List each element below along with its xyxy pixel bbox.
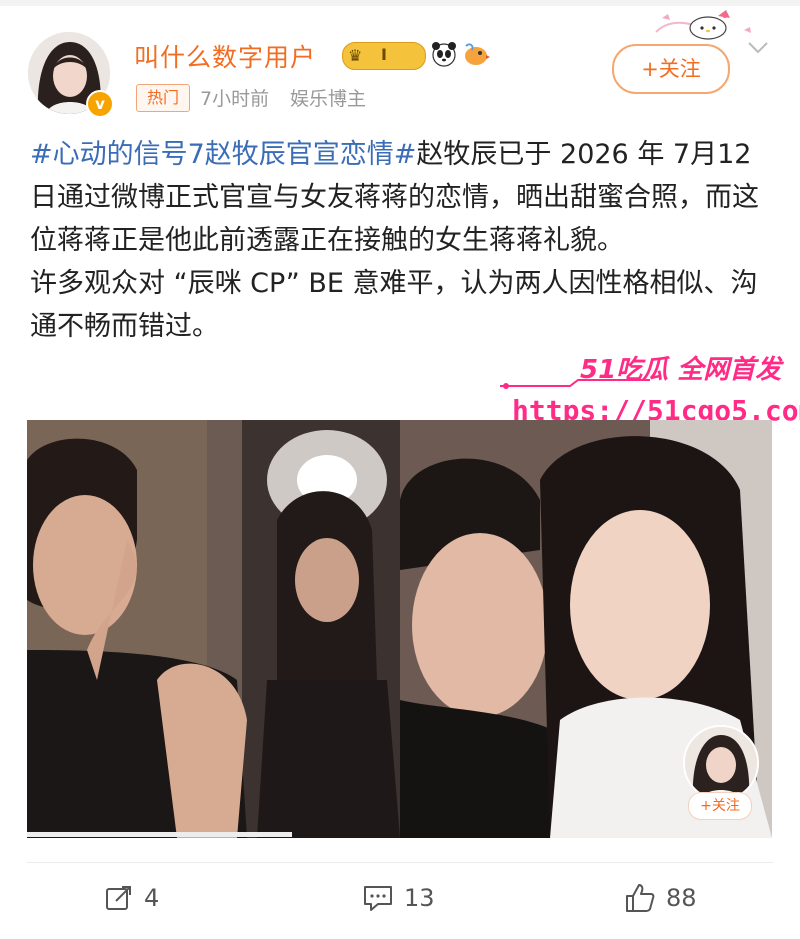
follow-button[interactable]: +关注 [612, 44, 730, 94]
actions-divider [27, 862, 773, 863]
like-count: 88 [666, 884, 697, 912]
thumbs-up-icon [624, 882, 656, 914]
repost-count: 4 [144, 884, 160, 912]
comment-button[interactable]: 13 [362, 880, 435, 916]
username[interactable]: 叫什么数字用户 [134, 38, 316, 74]
user-category: 娱乐博主 [290, 88, 367, 110]
bird-badge-icon[interactable] [462, 40, 490, 68]
hello-kitty-card-decoration [655, 10, 751, 40]
post-text: #心动的信号7赵牧辰官宣恋情#赵牧辰已于 2026 年 7月12日通过微博正式官… [30, 133, 775, 348]
comment-icon [362, 883, 394, 913]
user-level-badge[interactable]: ♛ I [342, 42, 426, 70]
mini-user-avatar[interactable] [683, 725, 759, 801]
watermark-brand: 51吃瓜 全网首发 [500, 355, 784, 389]
svg-text:51吃瓜 全网首发: 51吃瓜 全网首发 [580, 355, 784, 385]
like-button[interactable]: 88 [624, 880, 697, 916]
repost-button[interactable]: 4 [104, 880, 159, 916]
hashtag-link[interactable]: #心动的信号7赵牧辰官宣恋情# [30, 139, 416, 170]
chevron-down-icon[interactable] [746, 38, 770, 58]
verified-badge: v [86, 90, 114, 118]
panda-badge-icon[interactable] [430, 40, 458, 68]
image-progress-bar [27, 832, 292, 837]
post-body-para2: 许多观众对 “辰咪 CP” BE 意难平，认为两人因性格相似、沟通不畅而错过。 [30, 268, 758, 342]
crown-icon: ♛ [348, 46, 363, 65]
post-body-line1: 赵牧辰已于 2026 年 7 [416, 139, 691, 170]
repost-icon [104, 883, 134, 913]
post-time: 7小时前 [200, 88, 270, 110]
comment-count: 13 [404, 884, 435, 912]
weibo-post-card: v 叫什么数字用户 ♛ I 热门 7小时前 娱乐博主 +关注 #心动的信号7赵牧… [0, 0, 800, 939]
post-image-1[interactable] [27, 420, 400, 838]
hot-tag: 热门 [136, 84, 190, 112]
mini-follow-button[interactable]: +关注 [688, 792, 752, 820]
